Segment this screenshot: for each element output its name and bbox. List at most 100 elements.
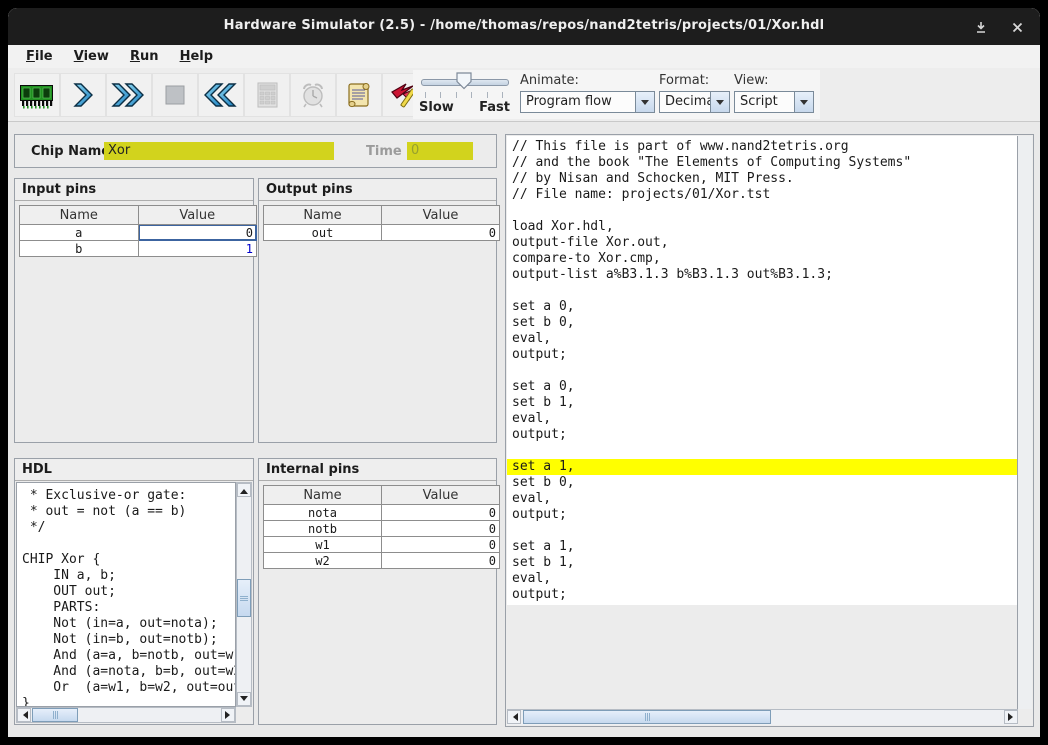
chip-name-field[interactable]: Xor xyxy=(104,142,334,160)
script-line: // and the book "The Elements of Computi… xyxy=(507,155,1020,171)
script-vertical-scrollbar[interactable] xyxy=(1017,136,1032,709)
pin-row: out 0 xyxy=(264,225,500,241)
column-header-value: Value xyxy=(382,486,500,505)
load-chip-button[interactable] xyxy=(14,73,60,117)
hdl-line: */ xyxy=(17,520,235,536)
hdl-line xyxy=(17,536,235,552)
column-header-name: Name xyxy=(20,206,139,225)
clock-icon xyxy=(298,80,328,110)
scroll-left-icon[interactable] xyxy=(507,710,521,724)
chevron-down-icon[interactable] xyxy=(710,92,729,112)
pin-row: notb 0 xyxy=(264,521,500,537)
column-header-name: Name xyxy=(264,206,382,225)
pin-row: w2 0 xyxy=(264,553,500,569)
hdl-line: CHIP Xor { xyxy=(17,552,235,568)
script-line: output-list a%B3.1.3 b%B3.1.3 out%B3.1.3… xyxy=(507,267,1020,283)
run-button[interactable] xyxy=(106,73,152,117)
pin-value[interactable]: 0 xyxy=(138,225,257,241)
scroll-right-icon[interactable] xyxy=(1004,710,1018,724)
output-pins-title: Output pins xyxy=(259,179,496,201)
script-panel: // This file is part of www.nand2tetris.… xyxy=(505,134,1034,727)
chevron-down-icon[interactable] xyxy=(635,92,654,112)
script-line: // This file is part of www.nand2tetris.… xyxy=(507,139,1020,155)
reset-button[interactable] xyxy=(198,73,244,117)
script-line: set b 0, xyxy=(507,315,1020,331)
script-view: // This file is part of www.nand2tetris.… xyxy=(507,136,1020,709)
toolbar: Slow Fast Animate: Program flow Format: … xyxy=(8,68,1040,122)
output-pins-table: Name Value out 0 xyxy=(263,205,500,241)
pin-row: a 0 xyxy=(20,225,257,241)
pin-value: 0 xyxy=(382,505,500,521)
title-bar: Hardware Simulator (2.5) - /home/thomas/… xyxy=(8,8,1040,45)
animate-select[interactable]: Program flow xyxy=(520,91,655,113)
menu-help[interactable]: Help xyxy=(172,48,221,65)
view-label: View: xyxy=(734,73,814,88)
script-line: set a 0, xyxy=(507,299,1020,315)
format-label: Format: xyxy=(659,73,730,88)
pin-name: w1 xyxy=(264,537,382,553)
calculator-icon xyxy=(252,80,282,110)
script-line: output; xyxy=(507,427,1020,443)
view-select[interactable]: Script xyxy=(734,91,814,113)
animate-label: Animate: xyxy=(520,73,655,88)
hdl-line: And (a=a, b=notb, out=w1); xyxy=(17,648,235,664)
format-select[interactable]: Decimal xyxy=(659,91,730,113)
single-step-button[interactable] xyxy=(60,73,106,117)
load-script-button[interactable] xyxy=(336,73,382,117)
hdl-line: Or (a=w1, b=w2, out=out); xyxy=(17,680,235,696)
window-title: Hardware Simulator (2.5) - /home/thomas/… xyxy=(8,18,1040,33)
column-header-value: Value xyxy=(138,206,257,225)
menu-view[interactable]: View xyxy=(66,48,117,65)
pin-value[interactable]: 1 xyxy=(138,241,257,257)
view-value: Script xyxy=(740,94,778,109)
pin-name: w2 xyxy=(264,553,382,569)
pin-name: nota xyxy=(264,505,382,521)
pin-name: out xyxy=(264,225,382,241)
script-line: set b 1, xyxy=(507,555,1020,571)
internal-pins-table: Name Value nota 0 notb 0 w1 0 w2 0 xyxy=(263,485,500,569)
vertical-scroll-thumb[interactable] xyxy=(237,579,251,617)
script-horizontal-scrollbar[interactable] xyxy=(507,709,1018,725)
menu-file[interactable]: File xyxy=(18,48,61,65)
minimize-icon xyxy=(974,21,988,34)
script-line: set a 0, xyxy=(507,379,1020,395)
script-line: eval, xyxy=(507,491,1020,507)
column-header-value: Value xyxy=(382,206,500,225)
menu-run[interactable]: Run xyxy=(122,48,167,65)
minimize-button[interactable] xyxy=(970,17,992,37)
hdl-title: HDL xyxy=(15,459,253,481)
pin-row: w1 0 xyxy=(264,537,500,553)
scroll-right-icon[interactable] xyxy=(221,708,235,722)
horizontal-scroll-thumb[interactable] xyxy=(523,710,771,724)
pin-value: 0 xyxy=(382,537,500,553)
pin-name: notb xyxy=(264,521,382,537)
calculator-button xyxy=(244,73,290,117)
time-field: 0 xyxy=(407,142,473,160)
close-button[interactable] xyxy=(1006,17,1028,37)
script-line: set a 1, xyxy=(507,539,1020,555)
hdl-line: Not (in=b, out=notb); xyxy=(17,632,235,648)
scroll-up-icon[interactable] xyxy=(237,483,251,497)
input-pins-panel: Input pins Name Value a 0 b 1 xyxy=(14,178,254,443)
scroll-left-icon[interactable] xyxy=(17,708,31,722)
menu-bar: File View Run Help xyxy=(8,45,1040,69)
stop-icon xyxy=(160,80,190,110)
speed-slider-thumb[interactable] xyxy=(456,72,472,94)
hdl-line: IN a, b; xyxy=(17,568,235,584)
script-line: // by Nisan and Schocken, MIT Press. xyxy=(507,171,1020,187)
hdl-line: * out = not (a == b) xyxy=(17,504,235,520)
hdl-horizontal-scrollbar[interactable] xyxy=(16,707,236,723)
hdl-line: And (a=nota, b=b, out=w2); xyxy=(17,664,235,680)
chevron-down-icon[interactable] xyxy=(794,92,813,112)
script-line: // File name: projects/01/Xor.tst xyxy=(507,187,1020,203)
scroll-down-icon[interactable] xyxy=(237,692,251,706)
horizontal-scroll-thumb[interactable] xyxy=(32,708,78,722)
output-pins-panel: Output pins Name Value out 0 xyxy=(258,178,497,443)
hdl-vertical-scrollbar[interactable] xyxy=(236,482,252,707)
single-step-icon xyxy=(68,80,98,110)
hdl-line: } xyxy=(17,696,235,707)
slider-slow-label: Slow xyxy=(419,100,454,115)
script-line xyxy=(507,443,1020,459)
animate-value: Program flow xyxy=(526,94,612,109)
pin-value: 0 xyxy=(382,521,500,537)
